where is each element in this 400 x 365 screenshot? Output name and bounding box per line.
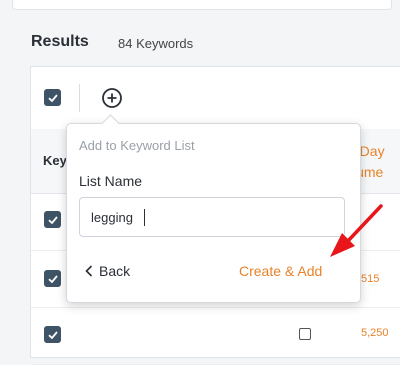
row-checkbox[interactable]	[44, 211, 61, 228]
results-count: 84 Keywords	[118, 36, 194, 51]
text-cursor	[144, 209, 145, 226]
row-volume: 5,250	[361, 327, 389, 339]
copy-icon[interactable]	[299, 328, 311, 340]
chevron-left-icon	[85, 265, 93, 277]
back-button-label: Back	[99, 263, 131, 279]
toolbar-divider	[79, 84, 80, 112]
row-checkbox[interactable]	[44, 326, 61, 343]
popover-title: Add to Keyword List	[79, 138, 195, 153]
check-icon	[47, 93, 58, 102]
table-toolbar	[31, 67, 400, 130]
results-title: Results	[31, 33, 89, 50]
add-to-keyword-list-popover: Add to Keyword List List Name legging Ba…	[66, 114, 361, 303]
row-checkbox[interactable]	[44, 270, 61, 287]
list-name-label: List Name	[79, 173, 143, 189]
top-card	[12, 0, 392, 10]
list-name-input-value: legging	[91, 210, 133, 225]
back-button[interactable]: Back	[85, 263, 130, 279]
check-icon	[47, 215, 58, 224]
list-name-input[interactable]: legging	[79, 197, 345, 237]
plus-circle-icon[interactable]	[101, 87, 123, 109]
row-volume: 515	[361, 273, 380, 285]
check-icon	[47, 274, 58, 283]
select-all-checkbox[interactable]	[44, 89, 61, 106]
table-row: 5,250	[31, 308, 400, 365]
create-and-add-button[interactable]: Create & Add	[239, 263, 322, 279]
check-icon	[47, 330, 58, 339]
